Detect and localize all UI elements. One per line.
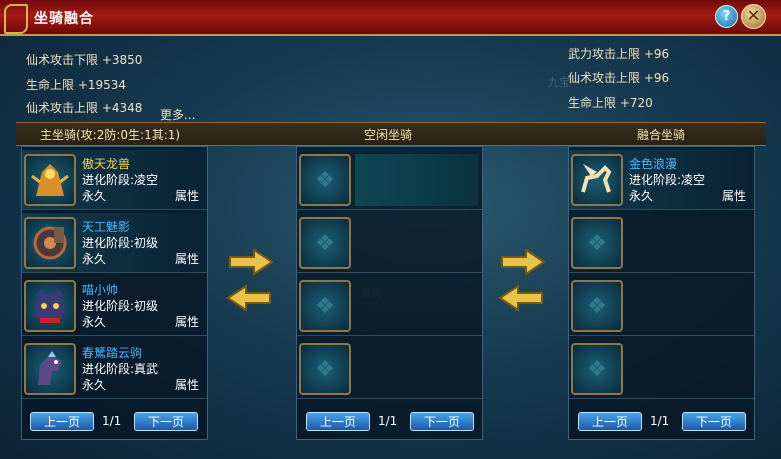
- unfuse-left-arrow-icon[interactable]: [498, 284, 544, 312]
- empty-slot-icon: ❖: [587, 293, 607, 319]
- empty-slot[interactable]: ❖: [571, 343, 623, 395]
- stat-right-3: 生命上限 +720: [568, 96, 653, 110]
- main-mount-row[interactable]: 傲天龙兽 进化阶段:凌空 永久 属性: [22, 150, 207, 210]
- mecha-wheel-icon: [26, 219, 74, 267]
- mount-stage: 进化阶段:凌空: [629, 173, 706, 187]
- page-count: 1/1: [378, 414, 398, 428]
- stat-right-1: 武力攻击上限 +96: [568, 47, 670, 61]
- title-ornament-icon: [4, 4, 28, 34]
- empty-slot-icon: ❖: [315, 293, 335, 319]
- empty-slot[interactable]: ❖: [299, 280, 351, 332]
- prev-page-button[interactable]: 上一页: [578, 412, 642, 431]
- idle-mount-row[interactable]: ❖: [297, 276, 482, 336]
- move-left-arrow-icon[interactable]: [226, 284, 272, 312]
- empty-slot[interactable]: ❖: [299, 154, 351, 206]
- mount-duration: 永久: [629, 189, 654, 203]
- mount-name: 喵小帅: [82, 283, 119, 297]
- mount-slot[interactable]: [571, 154, 623, 206]
- mount-fusion-window: 坐骑融合 ? ✕ 九宝 黄黄 仙术攻击下限 +3850 生命上限 +19534 …: [0, 0, 781, 459]
- mount-stage: 进化阶段:凌空: [82, 173, 159, 187]
- golden-pegasus-icon: [573, 156, 621, 204]
- prev-page-button[interactable]: 上一页: [306, 412, 370, 431]
- fuse-right-arrow-icon[interactable]: [500, 248, 546, 276]
- page-count: 1/1: [650, 414, 670, 428]
- cat-face-icon: [26, 282, 74, 330]
- mount-slot[interactable]: [24, 154, 76, 206]
- row-highlight: [355, 343, 478, 395]
- empty-slot[interactable]: ❖: [571, 280, 623, 332]
- stat-left-3: 仙术攻击上限 +4348: [26, 101, 143, 115]
- main-mount-row[interactable]: 春駑踏云驹 进化阶段:真武 永久 属性: [22, 339, 207, 399]
- stat-left-1: 仙术攻击下限 +3850: [26, 53, 143, 67]
- next-page-button[interactable]: 下一页: [682, 412, 746, 431]
- row-highlight: [355, 154, 478, 206]
- fused-mount-row[interactable]: ❖: [569, 339, 754, 399]
- empty-slot[interactable]: ❖: [571, 217, 623, 269]
- close-button[interactable]: ✕: [741, 4, 766, 29]
- mount-attr-link[interactable]: 属性: [175, 376, 199, 393]
- mount-name: 天工魅影: [82, 220, 131, 234]
- dragon-beast-icon: [26, 156, 74, 204]
- next-page-button[interactable]: 下一页: [134, 412, 198, 431]
- next-page-button[interactable]: 下一页: [410, 412, 474, 431]
- mount-duration: 永久: [82, 378, 107, 392]
- fused-mount-row[interactable]: ❖: [569, 213, 754, 273]
- mount-name: 金色浪漫: [629, 157, 678, 171]
- idle-mount-pager: 上一页 1/1 下一页: [306, 412, 486, 434]
- empty-slot[interactable]: ❖: [299, 343, 351, 395]
- idle-mount-row[interactable]: ❖: [297, 150, 482, 210]
- idle-mount-row[interactable]: ❖: [297, 339, 482, 399]
- fused-mount-panel: 金色浪漫 进化阶段:凌空 永久 属性 ❖ ❖ ❖: [568, 146, 755, 440]
- world-npc-label: 九宝: [548, 76, 570, 89]
- stat-left-2: 生命上限 +19534: [26, 78, 127, 92]
- mount-stage: 进化阶段:初级: [82, 299, 159, 313]
- mount-name: 春駑踏云驹: [82, 346, 143, 360]
- mount-name: 傲天龙兽: [82, 157, 131, 171]
- main-mount-panel: 傲天龙兽 进化阶段:凌空 永久 属性 天工魅影 进化阶段:初级 永久 属性 喵小…: [21, 146, 208, 440]
- page-count: 1/1: [102, 414, 122, 428]
- mount-duration: 永久: [82, 252, 107, 266]
- mount-duration: 永久: [82, 189, 107, 203]
- mount-attr-link[interactable]: 属性: [175, 187, 199, 204]
- idle-mount-panel: ❖ ❖ ❖ ❖: [296, 146, 483, 440]
- mount-attr-link[interactable]: 属性: [175, 250, 199, 267]
- empty-slot[interactable]: ❖: [299, 217, 351, 269]
- window-title: 坐骑融合: [34, 11, 94, 27]
- main-mount-pager: 上一页 1/1 下一页: [30, 412, 210, 434]
- row-highlight: [355, 217, 478, 269]
- idle-mount-row[interactable]: ❖: [297, 213, 482, 273]
- fused-mount-row[interactable]: ❖: [569, 276, 754, 336]
- mount-duration: 永久: [82, 315, 107, 329]
- fused-mount-row[interactable]: 金色浪漫 进化阶段:凌空 永久 属性: [569, 150, 754, 210]
- mount-attr-link[interactable]: 属性: [722, 187, 746, 204]
- empty-slot-icon: ❖: [587, 356, 607, 382]
- idle-mount-header: 空闲坐骑: [364, 128, 413, 142]
- fused-mount-pager: 上一页 1/1 下一页: [578, 412, 758, 434]
- fused-mount-header: 融合坐骑: [637, 128, 686, 142]
- mount-attr-link[interactable]: 属性: [175, 313, 199, 330]
- mount-stage: 进化阶段:初级: [82, 236, 159, 250]
- stat-right-2: 仙术攻击上限 +96: [568, 71, 670, 85]
- main-mount-row[interactable]: 天工魅影 进化阶段:初级 永久 属性: [22, 213, 207, 273]
- empty-slot-icon: ❖: [587, 230, 607, 256]
- mount-slot[interactable]: [24, 280, 76, 332]
- more-stats-link[interactable]: 更多...: [160, 106, 195, 123]
- move-right-arrow-icon[interactable]: [228, 248, 274, 276]
- help-button[interactable]: ?: [715, 5, 738, 28]
- empty-slot-icon: ❖: [315, 356, 335, 382]
- main-mount-header: 主坐骑(攻:2防:0生:1其:1): [40, 128, 181, 142]
- prev-page-button[interactable]: 上一页: [30, 412, 94, 431]
- mount-slot[interactable]: [24, 217, 76, 269]
- main-mount-row[interactable]: 喵小帅 进化阶段:初级 永久 属性: [22, 276, 207, 336]
- row-highlight: [355, 280, 478, 332]
- mount-slot[interactable]: [24, 343, 76, 395]
- empty-slot-icon: ❖: [315, 230, 335, 256]
- mount-stage: 进化阶段:真武: [82, 362, 159, 376]
- empty-slot-icon: ❖: [315, 167, 335, 193]
- title-bar[interactable]: 坐骑融合 ? ✕: [0, 0, 781, 36]
- horse-head-icon: [26, 345, 74, 393]
